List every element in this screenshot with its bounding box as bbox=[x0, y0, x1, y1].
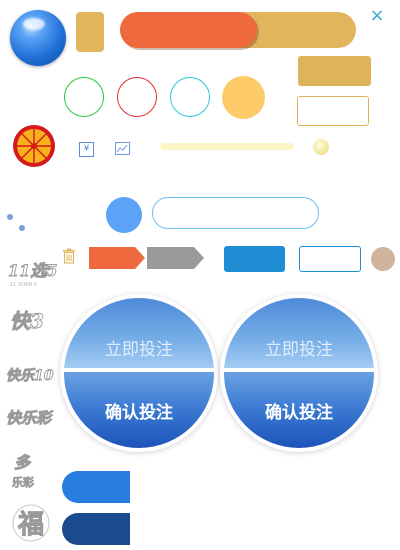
bet-now-label: 立即投注 bbox=[105, 340, 173, 360]
bet-circle-right[interactable]: 立即投注 确认投注 bbox=[224, 298, 374, 448]
svg-text:快3: 快3 bbox=[10, 309, 44, 333]
happy-logo: 快乐彩 bbox=[6, 409, 55, 428]
bet-circle-left[interactable]: 立即投注 确认投注 bbox=[64, 298, 214, 448]
green-ring-icon bbox=[64, 77, 104, 117]
blue-filled-button[interactable] bbox=[224, 246, 285, 272]
svg-text:福: 福 bbox=[17, 510, 44, 540]
trash-icon[interactable] bbox=[62, 248, 76, 264]
slider-track[interactable] bbox=[160, 143, 294, 150]
beige-dot-icon bbox=[371, 247, 395, 271]
gold-dot-icon bbox=[222, 76, 265, 119]
yen-icon[interactable]: ¥ bbox=[79, 142, 94, 157]
kuaile10-logo: 快乐10 bbox=[6, 367, 55, 385]
bet-now-label: 立即投注 bbox=[265, 340, 333, 360]
svg-text:多: 多 bbox=[14, 453, 32, 472]
navy-side-tab[interactable] bbox=[62, 513, 130, 545]
svg-text:快乐10: 快乐10 bbox=[6, 367, 54, 384]
gray-step-arrow[interactable] bbox=[147, 247, 204, 269]
tan-outline-button[interactable] bbox=[297, 96, 369, 126]
tiny-dot-icon bbox=[7, 214, 13, 220]
lottery-wheel-icon[interactable] bbox=[12, 124, 56, 168]
svg-text:11选5: 11选5 bbox=[8, 261, 57, 280]
confirm-bet-label: 确认投注 bbox=[105, 403, 173, 423]
blue-outline-button[interactable] bbox=[299, 246, 361, 272]
cyan-ring-icon bbox=[170, 77, 210, 117]
svg-text:乐彩: 乐彩 bbox=[12, 475, 34, 489]
k3-logo: 快3 bbox=[10, 309, 45, 334]
progress-pill-fill bbox=[120, 12, 257, 48]
red-ring-icon bbox=[117, 77, 157, 117]
slider-knob[interactable] bbox=[313, 139, 329, 155]
tiny-dot-icon bbox=[19, 225, 25, 231]
tan-block-button[interactable] bbox=[76, 12, 104, 52]
confirm-bet-label: 确认投注 bbox=[265, 403, 333, 423]
svg-text:快乐彩: 快乐彩 bbox=[6, 409, 54, 427]
fu-logo: 福 bbox=[12, 504, 50, 542]
close-icon[interactable]: × bbox=[368, 6, 386, 26]
blue-side-tab[interactable] bbox=[62, 471, 130, 503]
blue-dot-icon bbox=[106, 197, 142, 233]
fortune-logo: 多 乐彩 bbox=[12, 453, 35, 490]
trend-chart-icon[interactable] bbox=[115, 142, 130, 155]
tan-filled-button[interactable] bbox=[298, 56, 371, 86]
svg-text:11 XUAN 5: 11 XUAN 5 bbox=[10, 282, 37, 288]
glossy-ball-icon bbox=[10, 10, 66, 66]
search-input[interactable] bbox=[152, 197, 319, 229]
orange-step-arrow[interactable] bbox=[89, 247, 145, 269]
pk10-logo: 11选5 11 XUAN 5 bbox=[8, 261, 58, 288]
